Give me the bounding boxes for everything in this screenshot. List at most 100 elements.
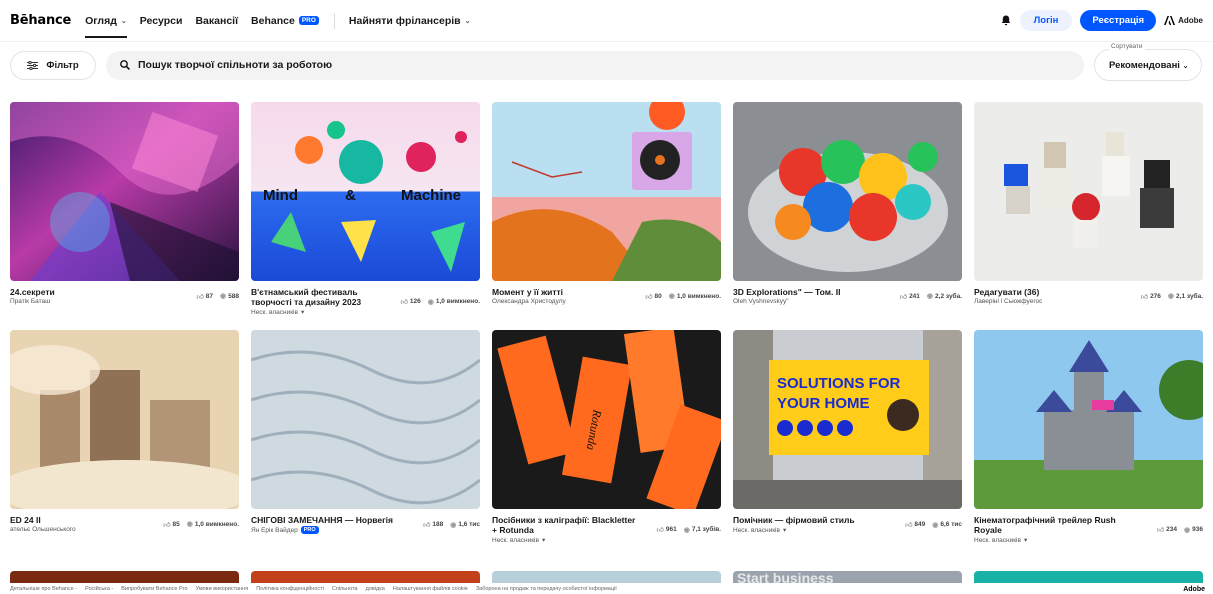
behance-logo[interactable]: Bēhance <box>10 13 71 28</box>
footer-adobe-link[interactable]: Adobe <box>1183 586 1205 593</box>
footer-link-do-not-sell[interactable]: Заборона на продаж та передачу особистої… <box>476 586 617 592</box>
signup-button[interactable]: Реєстрація <box>1080 10 1157 31</box>
thumbs-up-icon: 👍︎ <box>656 527 664 534</box>
project-owner[interactable]: Неск. власників ▾ <box>974 536 1124 545</box>
footer-link-privacy[interactable]: Політика конфіденційності <box>256 586 324 592</box>
eye-icon: ◉ <box>932 521 939 529</box>
project-title[interactable]: ED 24 II <box>10 515 76 525</box>
project-owner[interactable]: Ян Ерік Вайдер PRO <box>251 526 393 534</box>
project-stats: 👍︎ 961 ◉ 7,1 зубів. <box>657 515 721 544</box>
thumbs-up-icon: 👍︎ <box>899 293 908 301</box>
filter-button[interactable]: Фільтр <box>10 50 96 80</box>
project-thumbnail[interactable] <box>733 102 962 281</box>
eye-icon: ◉ <box>1167 293 1175 300</box>
project-thumbnail[interactable] <box>974 330 1203 509</box>
nav-divider <box>333 12 335 29</box>
view-count: 6,6 тис <box>940 521 962 528</box>
project-owner[interactable]: ательє Ольшенського <box>10 526 76 533</box>
project-title[interactable]: 24.секрети <box>10 287 55 297</box>
project-title[interactable]: Кінематографічний трейлер Rush Royale <box>974 515 1124 535</box>
thumb-text-machine: Machine <box>401 187 461 204</box>
project-thumbnail-partial[interactable] <box>251 571 480 583</box>
project-thumbnail[interactable] <box>492 102 721 281</box>
project-thumbnail[interactable]: SOLUTIONS FOR YOUR HOME <box>733 330 962 509</box>
project-stats: 👍︎ 85 ◉ 1,0 вимкнено. <box>163 515 239 533</box>
footer-link-language[interactable]: Російська - <box>85 586 113 592</box>
project-title[interactable]: Момент у її житті <box>492 287 566 297</box>
billboard-text-2: YOUR HOME <box>777 395 870 412</box>
project-card[interactable]: 3D Explorations" — Том. II Oleh Vyshnevsk… <box>733 102 962 305</box>
filter-icon <box>27 60 39 70</box>
project-owner[interactable]: Пратік Баташ <box>10 298 55 305</box>
adobe-link[interactable]: Adobe <box>1164 16 1203 25</box>
project-stats: 👍︎ 234 ◉ 936 <box>1157 515 1203 544</box>
owner-name: Неск. власників <box>492 536 539 544</box>
footer-link-community[interactable]: Спільнота <box>332 586 358 592</box>
like-count: 87 <box>205 292 214 300</box>
project-title[interactable]: Посібники з каліграфії: Blackletter + Ro… <box>492 515 642 535</box>
nav-hire[interactable]: Найняти фрілансерів ⌄ <box>349 0 471 42</box>
project-card[interactable]: Кінематографічний трейлер Rush Royale Нес… <box>974 330 1203 544</box>
project-thumbnail[interactable] <box>10 330 239 509</box>
footer-link-try-pro[interactable]: Випробувати Behance Pro <box>121 586 187 592</box>
project-title[interactable]: Помічник — фірмовий стиль <box>733 515 855 525</box>
project-card[interactable]: Mind & Machine В'єтнамський фестиваль тв… <box>251 102 480 316</box>
project-title[interactable]: В'єтнамський фестиваль творчості та диза… <box>251 287 401 307</box>
project-owner[interactable]: Неск. власників ▾ <box>492 536 642 545</box>
search-input[interactable]: Пошук творчої спільноти за роботою <box>106 50 1084 80</box>
filter-label: Фільтр <box>46 59 79 71</box>
project-card[interactable]: Редагувати (36) Лаверіні і Сьюжфуегос 👍︎ 2… <box>974 102 1203 305</box>
eye-icon: ◉ <box>668 293 675 300</box>
footer-link-cookies[interactable]: Налаштування файлів cookie <box>393 586 468 592</box>
project-thumbnail-partial[interactable] <box>10 571 239 583</box>
footer: Детальніше про Behance - Російська - Вип… <box>0 584 1213 594</box>
nav-behance-pro[interactable]: Behance PRO <box>251 0 319 42</box>
partial-thumb-text: Start business <box>737 571 834 583</box>
owner-name: ательє Ольшенського <box>10 526 76 533</box>
project-title[interactable]: СНІГОВІ ЗАМЕЧАННЯ — Норвегія <box>251 515 393 525</box>
thumbs-up-icon: 👍︎ <box>1140 293 1149 301</box>
login-button[interactable]: Логін <box>1019 10 1073 31</box>
project-meta: Редагувати (36) Лаверіні і Сьюжфуегос 👍︎ 2… <box>974 287 1203 305</box>
project-title[interactable]: Редагувати (36) <box>974 287 1042 297</box>
project-meta: СНІГОВІ ЗАМЕЧАННЯ — Норвегія Ян Ерік Вайд… <box>251 515 480 534</box>
nav-jobs[interactable]: Вакансії <box>195 0 238 42</box>
nav-assets[interactable]: Ресурси <box>140 0 183 42</box>
project-thumbnail[interactable] <box>10 102 239 281</box>
project-card[interactable]: ED 24 II ательє Ольшенського 👍︎ 85 ◉ 1,0 вим… <box>10 330 239 533</box>
project-owner[interactable]: Олександра Христодулу <box>492 298 566 305</box>
footer-link-about[interactable]: Детальніше про Behance - <box>10 586 77 592</box>
project-card[interactable]: Rotunda Посібники з каліграфії: Blacklet… <box>492 330 721 544</box>
project-thumbnail-partial[interactable]: Start business <box>733 571 962 583</box>
project-thumbnail[interactable]: Mind & Machine <box>251 102 480 281</box>
adobe-label: Adobe <box>1178 16 1203 25</box>
project-owner[interactable]: Лаверіні і Сьюжфуегос <box>974 298 1042 305</box>
project-card[interactable]: SOLUTIONS FOR YOUR HOME Помічник — фірмо… <box>733 330 962 534</box>
project-owner[interactable]: Неск. власників ▾ <box>251 308 401 317</box>
project-meta: Момент у її житті Олександра Христодулу 👍… <box>492 287 721 305</box>
project-thumbnail-partial[interactable] <box>492 571 721 583</box>
bell-icon[interactable] <box>1000 15 1012 27</box>
like-count: 234 <box>1166 526 1178 533</box>
owner-name: Oleh Vyshnevskyy" <box>733 298 789 305</box>
footer-link-help[interactable]: довідка <box>366 586 385 592</box>
thumbs-up-icon: 👍︎ <box>196 293 204 301</box>
project-card[interactable]: СНІГОВІ ЗАМЕЧАННЯ — Норвегія Ян Ерік Вайд… <box>251 330 480 534</box>
project-thumbnail[interactable] <box>974 102 1203 281</box>
thumbs-up-icon: 👍︎ <box>645 293 653 301</box>
view-count: 936 <box>1192 526 1203 533</box>
view-count: 2,1 зуба. <box>1176 292 1203 300</box>
nav-explore[interactable]: Огляд ⌄ <box>85 0 127 42</box>
view-count: 588 <box>228 292 239 300</box>
project-card[interactable]: 24.секрети Пратік Баташ 👍︎ 87 ◉ 588 <box>10 102 239 305</box>
footer-link-terms[interactable]: Умови використання <box>196 586 249 592</box>
project-thumbnail-partial[interactable] <box>974 571 1203 583</box>
project-thumbnail[interactable]: Rotunda <box>492 330 721 509</box>
project-card[interactable]: Момент у її житті Олександра Христодулу 👍… <box>492 102 721 305</box>
project-owner[interactable]: Oleh Vyshnevskyy" <box>733 298 840 305</box>
project-title[interactable]: 3D Explorations" — Том. II <box>733 287 840 297</box>
project-owner[interactable]: Неск. власників ▾ <box>733 526 855 535</box>
project-thumbnail[interactable] <box>251 330 480 509</box>
sort-dropdown[interactable]: Сортувати Рекомендовані ⌄ <box>1094 43 1202 81</box>
owner-name: Олександра Христодулу <box>492 298 566 305</box>
